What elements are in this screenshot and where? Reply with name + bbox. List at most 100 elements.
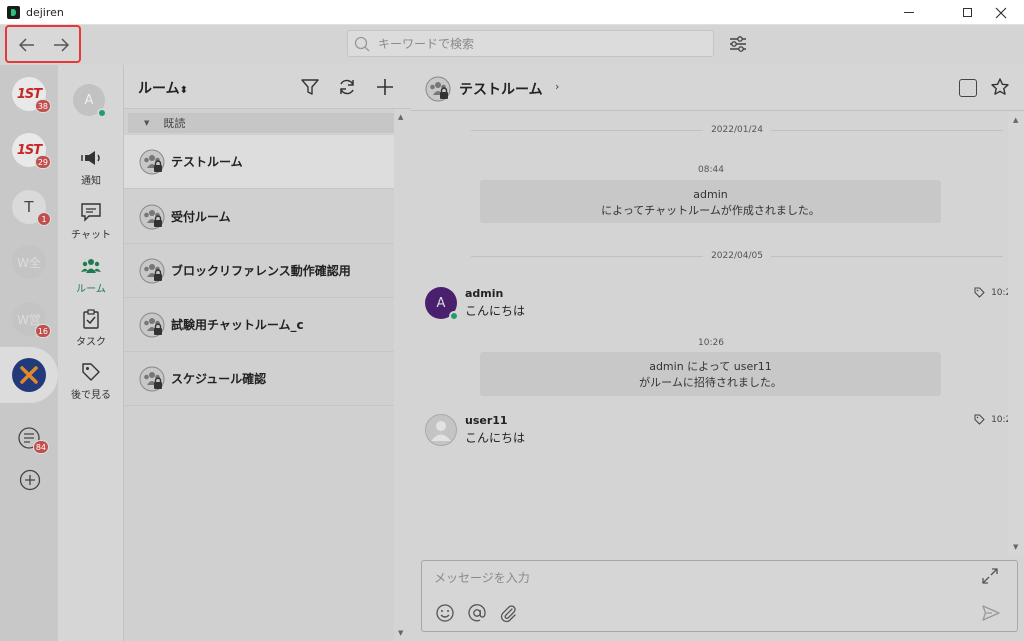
nav-label: 後で見る — [71, 390, 111, 401]
message-composer — [421, 560, 1018, 632]
workspace-item-selected[interactable] — [12, 358, 46, 392]
avatar-initial: A — [436, 295, 446, 311]
chat-room-title[interactable]: テストルーム — [459, 79, 543, 99]
add-workspace-icon[interactable] — [19, 469, 41, 491]
search-icon — [354, 36, 370, 51]
forward-button[interactable] — [50, 35, 72, 55]
chevron-right-icon[interactable]: › — [555, 80, 559, 93]
room-name: テストルーム — [171, 155, 243, 169]
group-lock-icon — [139, 204, 165, 229]
system-message-line: admin によって user11 — [649, 360, 772, 373]
nav-tasks[interactable]: タスク — [58, 308, 124, 356]
close-icon — [995, 7, 1007, 18]
chat-scrollbar[interactable]: ▲ ▼ — [1008, 112, 1024, 555]
nav-label: ルーム — [76, 284, 106, 295]
system-message: admin によって user11 がルームに招待されました。 — [480, 352, 941, 396]
nav-label: タスク — [76, 337, 106, 348]
online-status-dot — [449, 311, 459, 321]
section-label: 既読 — [163, 117, 186, 130]
select-checkbox[interactable] — [959, 79, 977, 97]
unread-badge: 38 — [34, 99, 51, 113]
workspace-list-button[interactable]: 84 — [17, 426, 49, 454]
room-list-item[interactable]: テストルーム — [124, 135, 394, 189]
unread-badge: 1 — [37, 212, 51, 226]
date-label: 2022/01/24 — [711, 125, 763, 135]
scroll-up-icon[interactable]: ▲ — [1013, 116, 1018, 124]
group-lock-icon — [425, 76, 451, 102]
unread-badge: 16 — [34, 324, 51, 338]
scroll-down-icon[interactable]: ▼ — [1013, 543, 1018, 551]
history-nav-group — [5, 25, 81, 63]
nav-label: チャット — [71, 230, 111, 241]
minimize-button[interactable] — [886, 0, 932, 25]
workspace-item[interactable]: W営 16 — [12, 302, 51, 338]
emoji-icon[interactable] — [435, 603, 455, 623]
refresh-icon[interactable] — [337, 77, 357, 97]
scroll-up-icon[interactable]: ▲ — [398, 113, 403, 121]
workspace-item[interactable]: 1ST 38 — [12, 77, 51, 113]
message-text: こんにちは — [465, 431, 526, 445]
nav-chat[interactable]: チャット — [58, 201, 124, 249]
clipboard-check-icon — [83, 309, 99, 329]
message-username[interactable]: admin — [465, 287, 503, 300]
back-button[interactable] — [16, 35, 38, 55]
nav-watch-later[interactable]: 後で見る — [58, 361, 124, 409]
collapse-triangle-icon: ▼ — [144, 119, 150, 127]
group-lock-icon — [139, 149, 165, 174]
workspace-item[interactable]: 1ST 29 — [12, 133, 51, 169]
user-initial: A — [84, 92, 94, 108]
nav-label: 通知 — [81, 176, 101, 187]
chat-bubble-icon — [81, 203, 101, 222]
workspace-item[interactable]: W全 — [12, 245, 46, 279]
system-message-time: 10:26 — [698, 338, 724, 348]
search-filter-settings-icon[interactable] — [728, 34, 748, 54]
date-separator: 2022/04/05 — [471, 249, 1003, 263]
add-room-icon[interactable] — [375, 77, 395, 97]
workspace-initial: W全 — [17, 255, 41, 270]
chat-panel: テストルーム › 2022/01/24 08:44 admin によってチャット… — [411, 65, 1024, 641]
minimize-icon — [904, 12, 914, 13]
room-list-item[interactable]: 試験用チャットルーム_c — [124, 298, 394, 352]
system-message: admin によってチャットルームが作成されました。 — [480, 180, 941, 223]
room-list-item[interactable]: ブロックリファレンス動作確認用 — [124, 244, 394, 298]
user-avatar[interactable]: A — [73, 84, 107, 118]
room-list-item[interactable]: 受付ルーム — [124, 190, 394, 244]
message-text: こんにちは — [465, 304, 526, 318]
star-icon[interactable] — [990, 77, 1010, 97]
room-list-item[interactable]: スケジュール確認 — [124, 352, 394, 406]
message-username[interactable]: user11 — [465, 414, 508, 427]
room-sort-dropdown[interactable]: ルーム⬍ — [138, 78, 188, 98]
send-icon[interactable] — [981, 603, 1001, 623]
workspace-item[interactable]: T 1 — [12, 190, 51, 226]
room-list-panel: ルーム⬍ ▼ 既読 テストルーム 受付ルーム ブロックリファレンス動作確認用 試… — [124, 65, 411, 641]
close-window-button[interactable] — [978, 0, 1024, 25]
search-box[interactable] — [347, 30, 714, 57]
scroll-down-icon[interactable]: ▼ — [398, 629, 403, 637]
unread-badge: 84 — [32, 440, 49, 454]
system-message-line: によってチャットルームが作成されました。 — [601, 204, 820, 217]
room-name: ブロックリファレンス動作確認用 — [171, 264, 351, 278]
chat-message: user11 こんにちは 10:26 — [425, 414, 1017, 452]
room-list-scrollbar[interactable]: ▲ ▼ — [394, 109, 411, 641]
section-read[interactable]: ▼ 既読 — [128, 113, 394, 133]
room-name: 試験用チャットルーム_c — [171, 318, 304, 332]
group-lock-icon — [139, 366, 165, 391]
nav-rooms[interactable]: ルーム — [58, 255, 124, 303]
arrow-right-icon — [54, 38, 69, 52]
room-name: 受付ルーム — [171, 210, 231, 224]
tag-icon[interactable] — [974, 414, 985, 425]
message-avatar[interactable] — [425, 414, 457, 446]
attachment-icon[interactable] — [498, 603, 518, 623]
message-input[interactable] — [434, 571, 974, 585]
room-name: スケジュール確認 — [171, 372, 267, 386]
expand-icon[interactable] — [981, 567, 999, 585]
group-lock-icon — [139, 258, 165, 283]
workspace-initial: T — [24, 198, 34, 216]
search-input[interactable] — [378, 36, 698, 51]
tag-icon[interactable] — [974, 287, 985, 298]
filter-icon[interactable] — [300, 77, 320, 97]
mention-icon[interactable] — [467, 603, 487, 623]
nav-notifications[interactable]: 通知 — [58, 147, 124, 195]
date-label: 2022/04/05 — [711, 251, 763, 261]
sort-toggle-icon: ⬍ — [179, 85, 188, 96]
